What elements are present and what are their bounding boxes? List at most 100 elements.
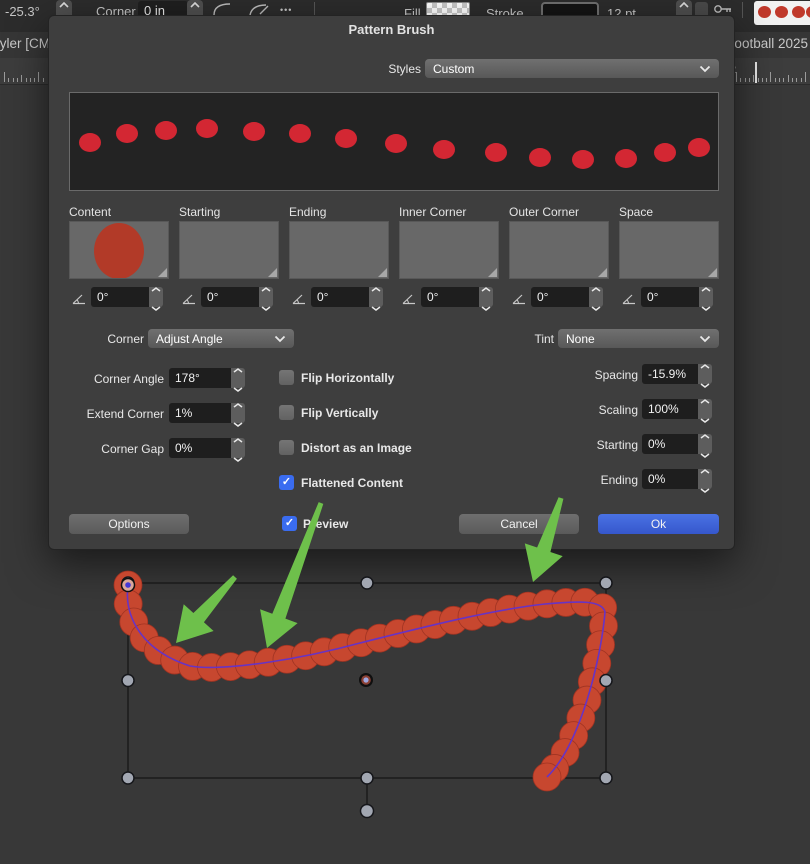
brush-stroke-dot xyxy=(495,595,523,623)
slot-thumbnail[interactable] xyxy=(619,221,719,279)
brush-stroke-dot xyxy=(402,615,430,643)
ruler-tick xyxy=(8,78,9,82)
brush-stroke-dot xyxy=(587,631,615,659)
selection-handle[interactable] xyxy=(600,772,612,784)
rotation-handle[interactable] xyxy=(361,805,374,818)
distort-as-an-image-checkbox[interactable] xyxy=(279,440,294,455)
vector-path[interactable] xyxy=(127,585,605,777)
value-stepper[interactable] xyxy=(149,287,163,307)
options-button[interactable]: Options xyxy=(69,514,189,534)
corner-mode-value: Adjust Angle xyxy=(156,332,223,346)
brush-slot-inner-corner: Inner Corner0° xyxy=(399,205,499,310)
selection-handle[interactable] xyxy=(122,772,134,784)
flip-vertically-checkbox[interactable] xyxy=(279,405,294,420)
flip-horizontally-checkbox[interactable] xyxy=(279,370,294,385)
preview-dot xyxy=(485,143,507,162)
brush-stroke-dot xyxy=(552,588,580,616)
selection-handle[interactable] xyxy=(361,772,373,784)
path-start-node[interactable] xyxy=(122,579,135,592)
preview-dot xyxy=(385,134,407,153)
flattened-content-checkbox[interactable]: ✓ xyxy=(279,475,294,490)
angle-icon xyxy=(292,291,306,305)
tint-dropdown[interactable]: None xyxy=(558,329,719,348)
scaling-input[interactable]: 100% xyxy=(642,399,698,419)
pattern-swatch-dot xyxy=(758,6,771,18)
brush-stroke-dot xyxy=(571,588,599,616)
center-marker xyxy=(359,673,373,687)
chevron-up-icon xyxy=(700,356,710,374)
value-stepper[interactable] xyxy=(698,399,712,419)
angle-icon xyxy=(292,291,306,310)
selection-handle[interactable] xyxy=(600,577,612,589)
value-stepper[interactable] xyxy=(479,287,493,307)
ruler-tick xyxy=(788,75,789,82)
spacing-input[interactable]: -15.9% xyxy=(642,364,698,384)
selection-handle[interactable] xyxy=(600,675,612,687)
value-stepper[interactable] xyxy=(231,438,245,458)
slot-label: Starting xyxy=(179,205,279,219)
slot-angle-input[interactable]: 0° xyxy=(421,287,479,307)
value-stepper[interactable] xyxy=(589,287,603,307)
slot-thumbnail[interactable] xyxy=(509,221,609,279)
ending-input[interactable]: 0% xyxy=(642,469,698,489)
brush-stroke-dot xyxy=(421,611,449,639)
value-stepper[interactable] xyxy=(698,469,712,489)
value-stepper[interactable] xyxy=(699,287,713,307)
slot-angle-input[interactable]: 0° xyxy=(311,287,369,307)
preview-dot xyxy=(529,148,551,167)
slot-label: Ending xyxy=(289,205,389,219)
value-stepper[interactable] xyxy=(231,368,245,388)
styles-dropdown[interactable]: Custom xyxy=(425,59,719,78)
resize-fold-icon xyxy=(268,268,277,277)
slot-angle-input[interactable]: 0° xyxy=(201,287,259,307)
slot-thumbnail[interactable] xyxy=(69,221,169,279)
value-stepper[interactable] xyxy=(698,364,712,384)
starting-input[interactable]: 0% xyxy=(642,434,698,454)
slot-angle-input[interactable]: 0° xyxy=(91,287,149,307)
corner-angle-input[interactable]: 178° xyxy=(169,368,231,388)
document-tab-right[interactable]: Football 2025 xyxy=(726,36,808,51)
ok-button[interactable]: Ok xyxy=(598,514,719,534)
chevron-up-icon xyxy=(700,426,710,444)
more-options-icon[interactable]: ••• xyxy=(280,5,292,15)
chevron-up-icon xyxy=(190,2,200,8)
corner-mode-dropdown[interactable]: Adjust Angle xyxy=(148,329,294,348)
pattern-brush-swatch[interactable] xyxy=(754,1,810,25)
slot-angle-input[interactable]: 0° xyxy=(531,287,589,307)
tint-value: None xyxy=(566,332,595,346)
slot-angle-row: 0° xyxy=(179,287,279,308)
value-stepper[interactable] xyxy=(698,434,712,454)
angle-icon xyxy=(182,291,196,310)
selection-handle[interactable] xyxy=(122,675,134,687)
slot-angle-input[interactable]: 0° xyxy=(641,287,699,307)
slot-thumbnail[interactable] xyxy=(399,221,499,279)
brush-preview-strip xyxy=(69,92,719,191)
corner-gap-input[interactable]: 0% xyxy=(169,438,231,458)
brush-stroke-dot xyxy=(533,590,561,618)
value-stepper[interactable] xyxy=(231,403,245,423)
ruler-tick xyxy=(30,78,31,82)
selection-handle[interactable] xyxy=(122,577,134,589)
annotation-arrow xyxy=(176,575,237,643)
extend-corner-input[interactable]: 1% xyxy=(169,403,231,423)
chevron-up-icon xyxy=(700,461,710,479)
pattern-swatch-dot xyxy=(806,6,810,18)
document-tab-left[interactable]: tyler [CM xyxy=(0,36,50,51)
preview-checkbox[interactable]: ✓ xyxy=(282,516,297,531)
pattern-swatch-dot xyxy=(775,6,788,18)
ruler-tick xyxy=(17,78,18,82)
brush-stroke-dot xyxy=(114,590,142,618)
ruler-tick xyxy=(758,78,759,82)
brush-stroke-dot xyxy=(573,686,601,714)
key-icon[interactable] xyxy=(713,3,733,15)
chevron-down-icon xyxy=(371,298,381,316)
value-stepper[interactable] xyxy=(259,287,273,307)
slot-thumbnail[interactable] xyxy=(179,221,279,279)
cap-round-icon[interactable] xyxy=(212,2,234,16)
value-stepper[interactable] xyxy=(369,287,383,307)
selection-handle[interactable] xyxy=(361,577,373,589)
cancel-button[interactable]: Cancel xyxy=(459,514,579,534)
cap-style-icon[interactable] xyxy=(248,2,270,16)
slot-thumbnail[interactable] xyxy=(289,221,389,279)
ruler-tick xyxy=(34,78,35,82)
